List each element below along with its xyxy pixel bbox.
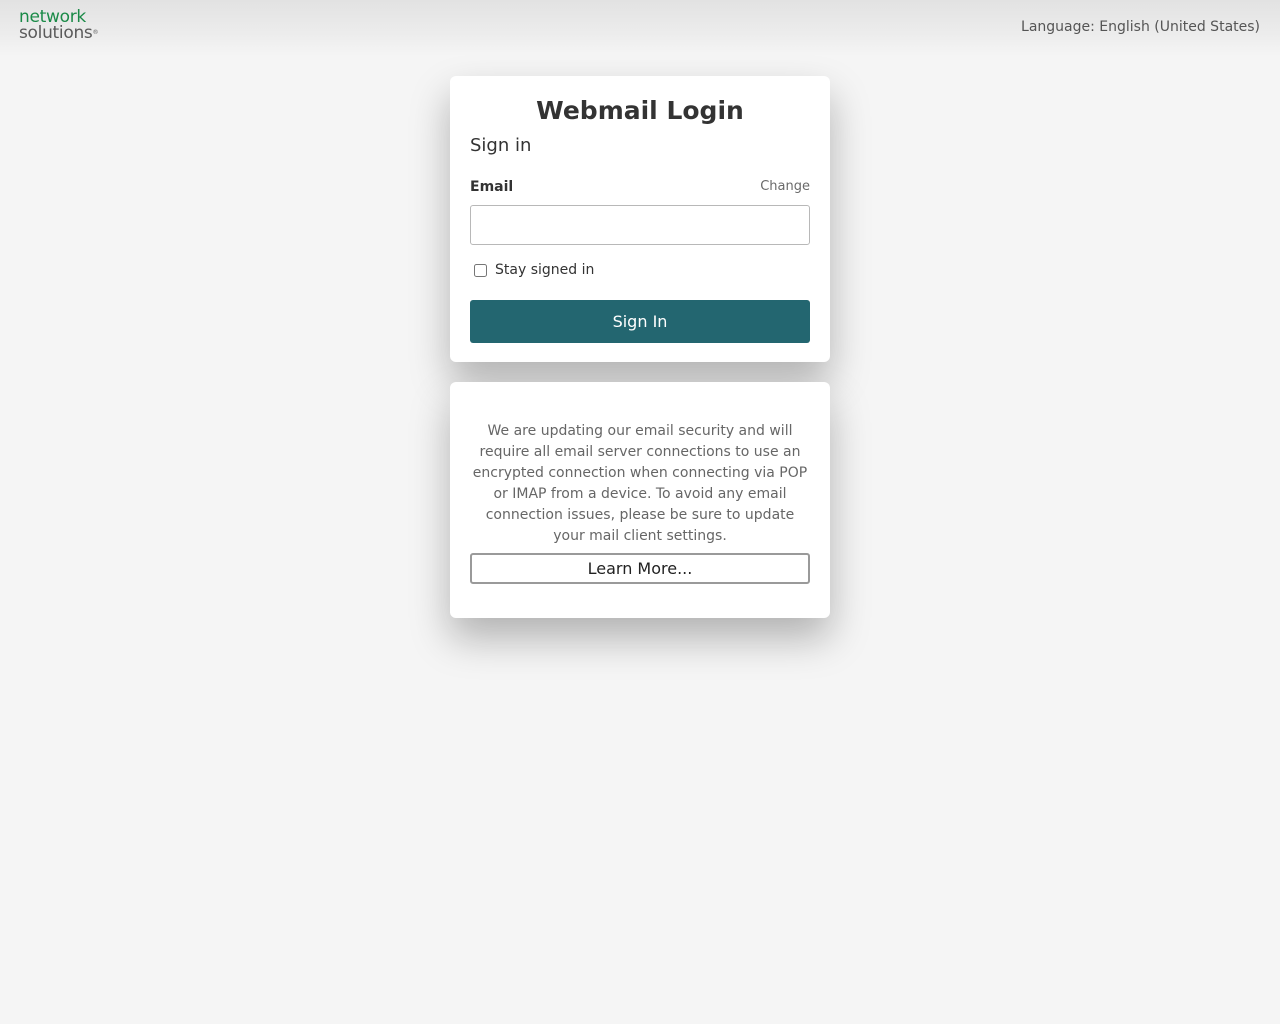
security-notice-card: We are updating our email security and w… [450, 382, 830, 618]
page-title: Webmail Login [536, 96, 744, 125]
email-label: Email [470, 179, 514, 195]
language-selector[interactable]: Language: English (United States) [1021, 19, 1260, 35]
sign-in-heading: Sign in [470, 135, 532, 156]
learn-more-button[interactable]: Learn More... [470, 553, 810, 584]
stay-signed-in-checkbox[interactable] [474, 263, 487, 277]
logo-line-solutions: solutions® [19, 23, 99, 43]
change-link[interactable]: Change [760, 179, 810, 194]
stay-signed-in-label: Stay signed in [495, 262, 595, 278]
email-label-row: Email Change [470, 176, 810, 196]
logo-solutions-text: solutions [19, 23, 93, 43]
registered-mark: ® [92, 29, 99, 36]
stay-signed-in-row[interactable]: Stay signed in [470, 261, 810, 279]
security-notice-text: We are updating our email security and w… [472, 423, 808, 544]
login-card: Webmail Login Sign in Email Change Stay … [450, 76, 830, 362]
network-solutions-logo[interactable]: network solutions® [19, 9, 99, 43]
email-field[interactable] [470, 205, 810, 245]
top-bar: network solutions® Language: English (Un… [0, 0, 1280, 56]
sign-in-button[interactable]: Sign In [470, 300, 810, 343]
